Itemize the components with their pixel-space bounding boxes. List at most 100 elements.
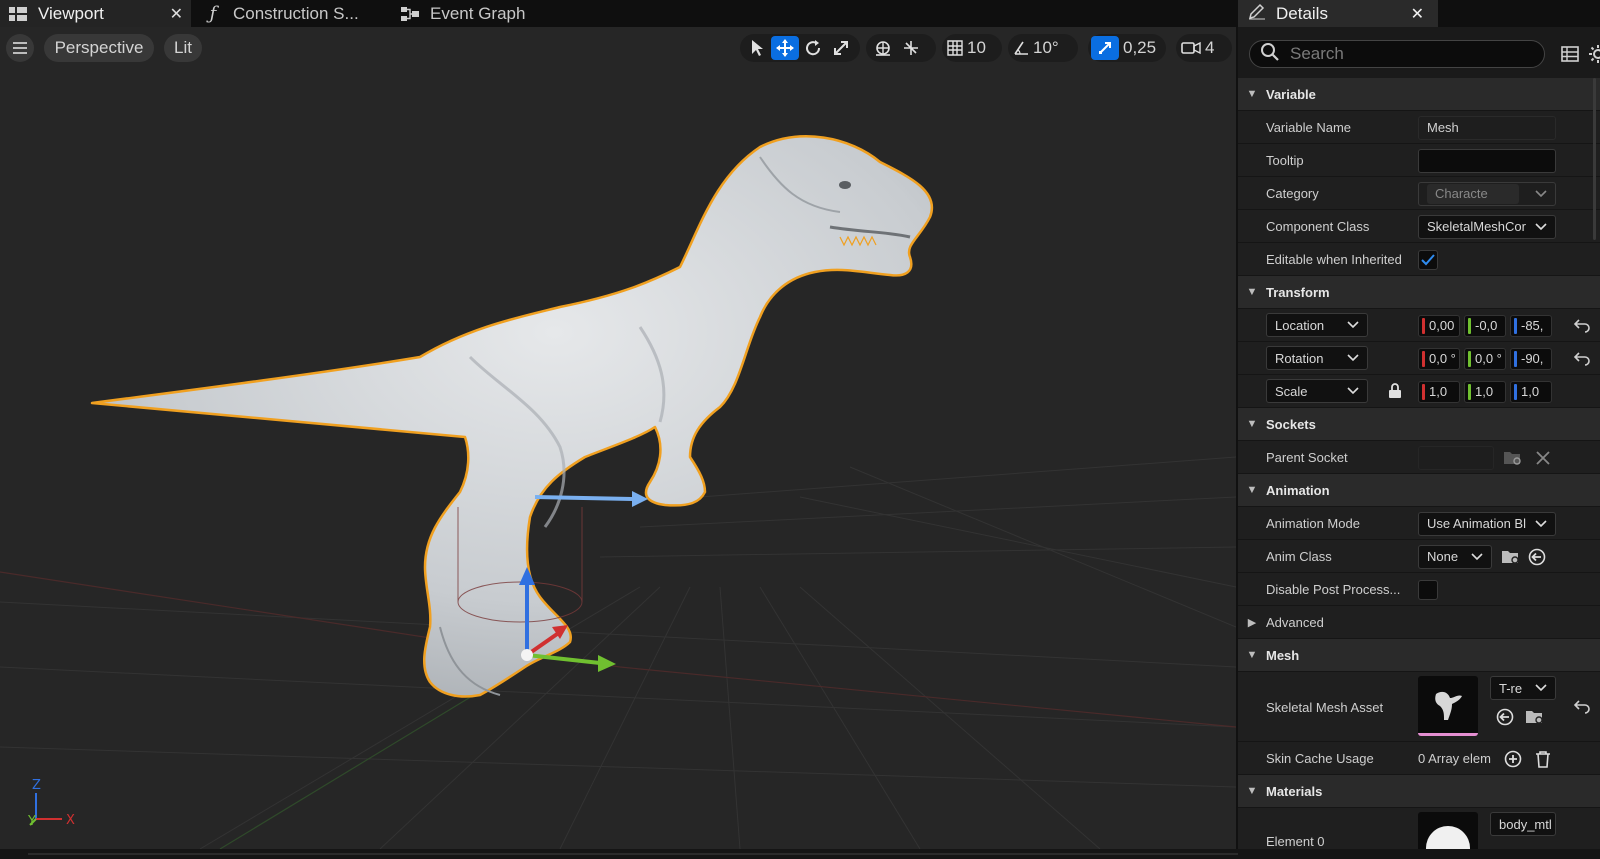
browse-folder-icon[interactable] [1502, 447, 1524, 469]
world-local-button[interactable] [897, 36, 925, 60]
category-advanced[interactable]: ▶ Advanced [1238, 606, 1600, 639]
tab-viewport[interactable]: Viewport ✕ [0, 0, 191, 27]
viewport-icon [8, 6, 28, 22]
table-view-icon[interactable] [1560, 44, 1580, 64]
prop-editable-inherited: Editable when Inherited [1238, 243, 1600, 276]
trash-icon[interactable] [1532, 748, 1554, 770]
rotation-y-field[interactable]: 0,0 ° [1464, 347, 1506, 370]
parent-socket-field[interactable] [1418, 445, 1494, 470]
category-materials[interactable]: ▼ Materials [1238, 775, 1600, 808]
prop-anim-class: Anim Class None [1238, 540, 1600, 573]
category-transform[interactable]: ▼ Transform [1238, 276, 1600, 309]
grid-snap-button[interactable]: 10 [945, 36, 988, 60]
scale-z-field[interactable]: 1,0 [1510, 380, 1552, 403]
category-variable[interactable]: ▼ Variable [1238, 78, 1600, 111]
material-combo[interactable]: body_mtl [1490, 812, 1556, 836]
details-search-input[interactable]: Search [1249, 40, 1545, 68]
gear-icon[interactable] [1588, 44, 1600, 64]
browse-folder-icon[interactable] [1500, 546, 1522, 568]
camera-speed-value: 4 [1205, 38, 1215, 57]
transform-tools [740, 34, 860, 62]
prop-rotation: Rotation 0,0 ° 0,0 ° -90, [1238, 342, 1600, 375]
animation-mode-combo[interactable]: Use Animation Bl [1418, 511, 1556, 536]
rotation-z-field[interactable]: -90, [1510, 347, 1552, 370]
rotate-tool-button[interactable] [799, 36, 827, 60]
material-thumbnail[interactable] [1418, 812, 1478, 849]
translate-tool-button[interactable] [771, 36, 799, 60]
rotation-combo[interactable]: Rotation [1266, 346, 1368, 370]
camera-speed-button[interactable]: 4 [1179, 36, 1216, 60]
material-sphere-icon [1426, 826, 1470, 849]
use-selected-arrow-icon[interactable] [1494, 706, 1516, 728]
reset-arrow-icon[interactable] [1574, 698, 1590, 714]
scale-y-field[interactable]: 1,0 [1464, 380, 1506, 403]
variable-name-field[interactable]: Mesh [1418, 115, 1556, 140]
category-combo[interactable]: Characte [1418, 181, 1556, 206]
chevron-down-icon [1529, 189, 1547, 198]
category-sockets[interactable]: ▼ Sockets [1238, 408, 1600, 441]
globe-icon [876, 41, 890, 56]
pencil-icon [1248, 2, 1266, 25]
hamburger-icon [13, 42, 27, 54]
chevron-down-icon [1341, 354, 1359, 362]
chevron-down-icon [1529, 519, 1547, 528]
editable-inherited-checkbox[interactable] [1418, 249, 1438, 270]
grid-snap-value: 10 [967, 38, 986, 57]
mesh-thumbnail[interactable] [1418, 676, 1478, 736]
viewport-menu-button[interactable] [6, 34, 34, 62]
prop-variable-name: Variable Name Mesh [1238, 111, 1600, 144]
scale-snap-group[interactable]: 0,25 [1088, 34, 1166, 62]
perspective-button[interactable]: Perspective [44, 34, 154, 62]
rotation-x-field[interactable]: 0,0 ° [1418, 347, 1460, 370]
surface-snap-button[interactable] [869, 36, 897, 60]
status-line [0, 849, 1600, 859]
axis-x-label: X [66, 813, 75, 828]
select-tool-button[interactable] [743, 36, 771, 60]
reset-arrow-icon[interactable] [1574, 350, 1590, 366]
scale-snap-icon [1099, 42, 1111, 54]
browse-folder-icon[interactable] [1524, 706, 1546, 728]
details-panel: Details ✕ Search ▼ Variable Variable Nam… [1238, 0, 1600, 849]
check-icon [1421, 253, 1435, 265]
location-z-field[interactable]: -85, [1510, 314, 1552, 337]
grid-snap-group[interactable]: 10 [942, 34, 1002, 62]
lit-button[interactable]: Lit [164, 34, 202, 62]
tab-construction-label: Construction S... [233, 3, 359, 23]
clear-x-icon[interactable] [1532, 447, 1554, 469]
anim-class-combo[interactable]: None [1418, 544, 1492, 569]
tab-construction-script[interactable]: ƒ Construction S... [191, 0, 388, 27]
search-icon [1260, 42, 1280, 67]
prop-tooltip: Tooltip [1238, 144, 1600, 177]
category-animation[interactable]: ▼ Animation [1238, 474, 1600, 507]
scale-combo[interactable]: Scale [1266, 379, 1368, 403]
rotation-snap-button[interactable]: 10° [1011, 36, 1061, 60]
component-class-combo[interactable]: SkeletalMeshCor [1418, 214, 1556, 239]
expand-triangle-icon: ▼ [1246, 649, 1258, 661]
use-selected-arrow-icon[interactable] [1526, 546, 1548, 568]
scale-tool-button[interactable] [827, 36, 855, 60]
reset-arrow-icon[interactable] [1574, 317, 1590, 333]
expand-triangle-icon: ▼ [1246, 785, 1258, 797]
disable-post-process-checkbox[interactable] [1418, 579, 1438, 600]
details-scrollbar[interactable] [1593, 78, 1596, 240]
close-icon[interactable]: ✕ [1411, 4, 1424, 24]
rotation-snap-group[interactable]: 10° [1008, 34, 1078, 62]
category-mesh[interactable]: ▼ Mesh [1238, 639, 1600, 672]
viewport[interactable]: Perspective Lit 10 10° 0,25 4 Z Y X [0, 27, 1236, 849]
chevron-down-icon [1529, 222, 1547, 231]
location-combo[interactable]: Location [1266, 313, 1368, 337]
rotation-snap-value: 10° [1033, 38, 1059, 57]
tab-event-graph[interactable]: Event Graph [388, 0, 533, 27]
add-element-icon[interactable] [1502, 748, 1524, 770]
tab-details[interactable]: Details ✕ [1238, 0, 1438, 27]
camera-speed-group[interactable]: 4 [1176, 34, 1232, 62]
skeletal-mesh-combo[interactable]: T-re [1490, 676, 1556, 700]
scale-snap-button[interactable] [1091, 36, 1119, 60]
location-y-field[interactable]: -0,0 [1464, 314, 1506, 337]
scale-snap-value: 0,25 [1123, 38, 1157, 57]
location-x-field[interactable]: 0,00 [1418, 314, 1460, 337]
scale-x-field[interactable]: 1,0 [1418, 380, 1460, 403]
close-icon[interactable]: ✕ [170, 4, 183, 24]
lock-icon[interactable] [1388, 383, 1402, 399]
tooltip-field[interactable] [1418, 148, 1556, 173]
